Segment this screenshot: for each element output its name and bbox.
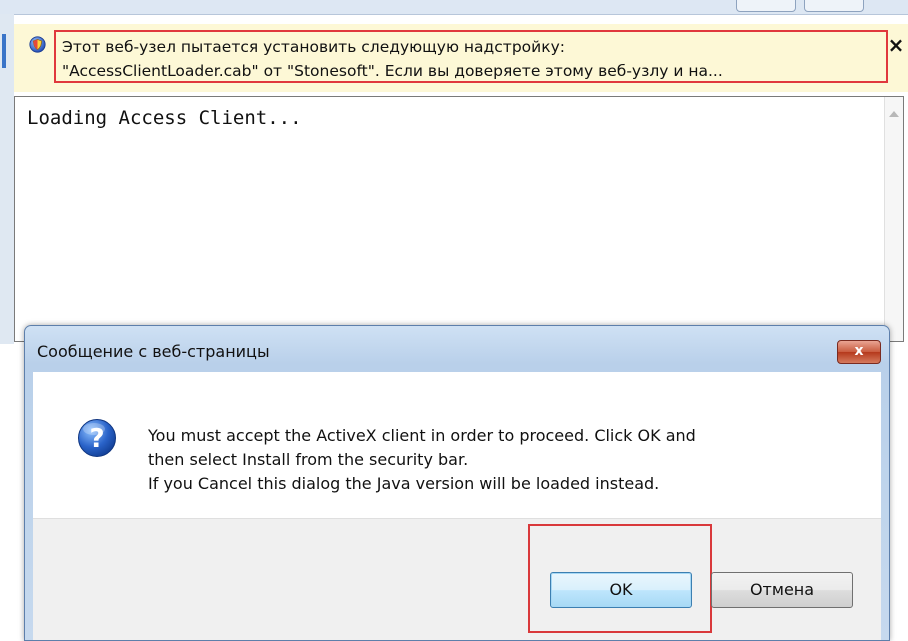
window-left-border bbox=[0, 14, 14, 344]
browser-toolbar-strip bbox=[0, 0, 908, 15]
dialog-line-1: You must accept the ActiveX client in or… bbox=[148, 426, 696, 445]
console-text: Loading Access Client... bbox=[27, 107, 302, 129]
cancel-button[interactable]: Отмена bbox=[711, 572, 853, 608]
infobar-line-2: "AccessClientLoader.cab" от "Stonesoft".… bbox=[62, 62, 723, 80]
toolbar-button[interactable] bbox=[736, 0, 796, 12]
infobar-message[interactable]: Этот веб-узел пытается установить следую… bbox=[54, 30, 888, 83]
ok-button[interactable]: OK bbox=[550, 572, 692, 608]
dialog-title: Сообщение с веб-страницы bbox=[37, 342, 270, 361]
vertical-scrollbar[interactable] bbox=[884, 97, 903, 341]
svg-text:?: ? bbox=[89, 424, 104, 454]
infobar-close-icon[interactable]: × bbox=[887, 34, 905, 56]
infobar-line-1: Этот веб-узел пытается установить следую… bbox=[62, 38, 565, 56]
dialog-message: You must accept the ActiveX client in or… bbox=[148, 424, 696, 496]
console-output: Loading Access Client... bbox=[14, 96, 904, 342]
shield-icon bbox=[29, 36, 46, 53]
toolbar-button[interactable] bbox=[804, 0, 864, 12]
dialog-line-3: If you Cancel this dialog the Java versi… bbox=[148, 474, 660, 493]
question-icon: ? bbox=[78, 419, 116, 457]
dialog-close-button[interactable]: x bbox=[837, 340, 881, 364]
dialog-line-2: then select Install from the security ba… bbox=[148, 450, 469, 469]
information-bar[interactable]: Этот веб-узел пытается установить следую… bbox=[14, 24, 908, 92]
message-dialog: Сообщение с веб-страницы x ? You must ac… bbox=[24, 325, 890, 641]
scroll-up-arrow-icon[interactable] bbox=[889, 111, 899, 117]
dialog-body: ? You must accept the ActiveX client in … bbox=[33, 372, 881, 518]
accent-mark bbox=[2, 34, 6, 68]
